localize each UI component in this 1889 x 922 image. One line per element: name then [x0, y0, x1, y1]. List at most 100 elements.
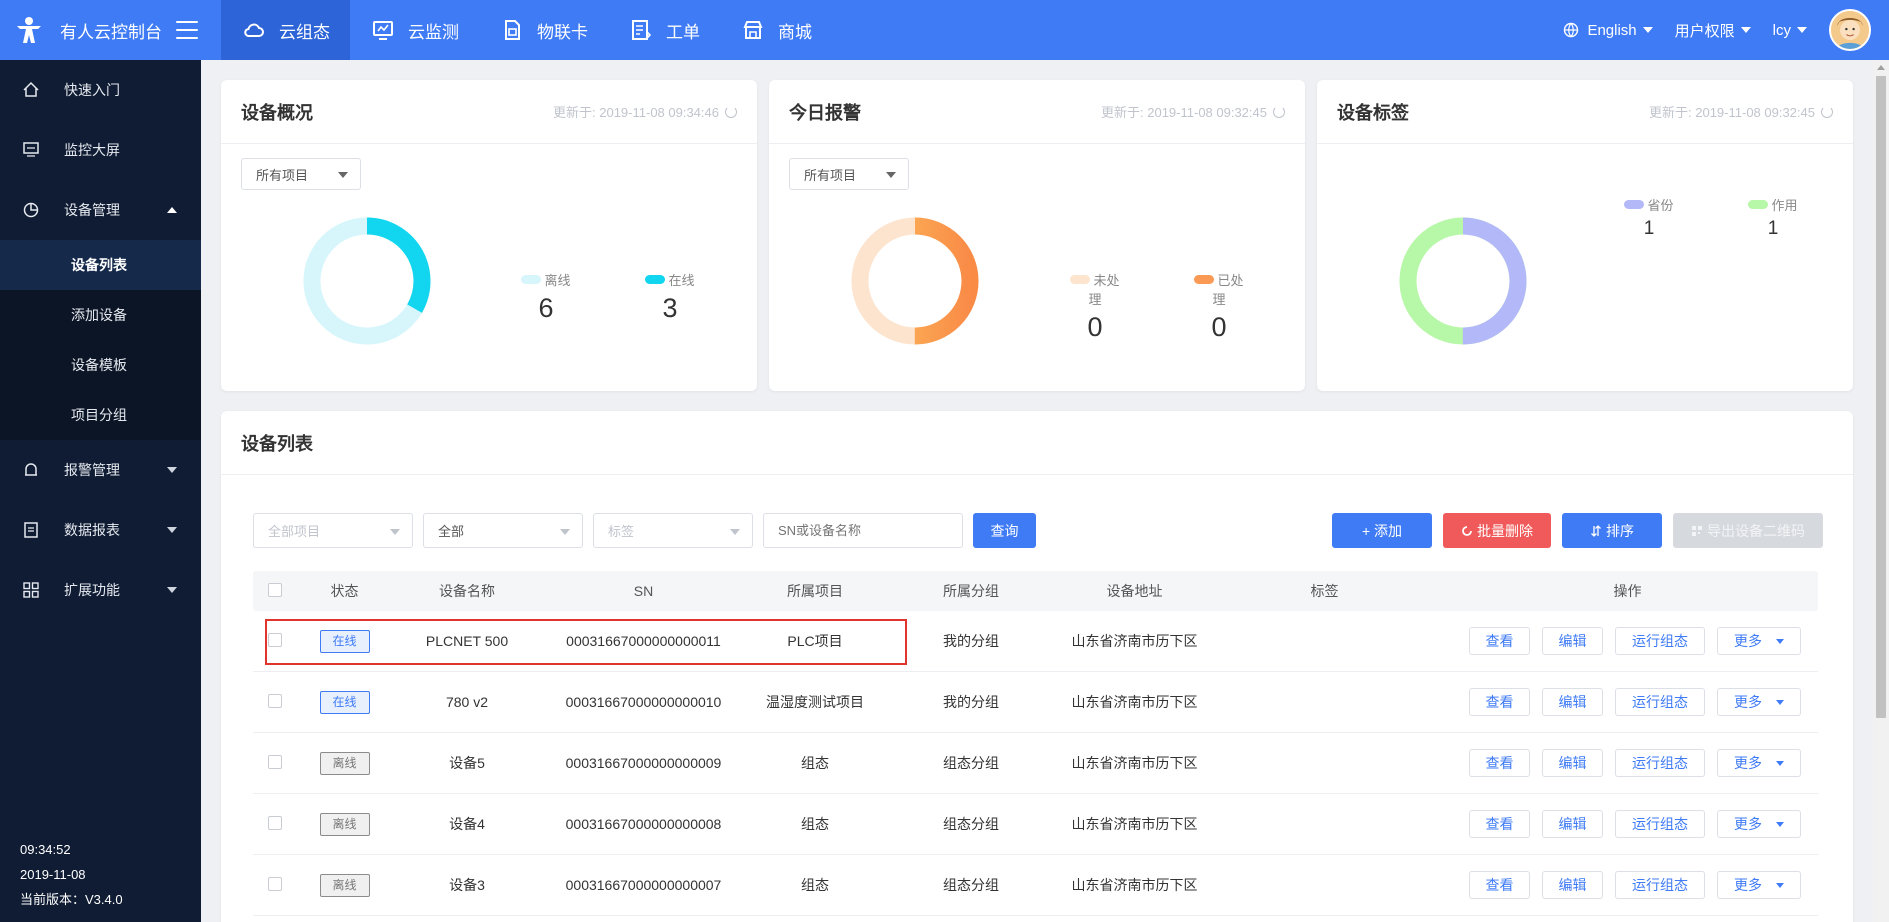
row-checkbox[interactable]	[268, 876, 282, 891]
monitor-icon	[373, 21, 393, 40]
legend-value: 1	[1643, 218, 1655, 239]
project-filter-select[interactable]: 全部项目	[253, 513, 413, 548]
group-cell: 组态分组	[943, 877, 999, 893]
sidebar-subitem-add-device[interactable]: 添加设备	[0, 290, 201, 340]
row-checkbox[interactable]	[268, 632, 282, 647]
legend-value: 6	[538, 293, 554, 323]
refresh-icon[interactable]	[1273, 105, 1285, 118]
row-select-cell	[253, 754, 297, 772]
legend-processed: 已处理 0	[1189, 270, 1249, 343]
avatar-icon	[1831, 11, 1869, 49]
view-button[interactable]: 查看	[1469, 871, 1530, 899]
nav-work-order[interactable]: 工单	[608, 0, 720, 60]
project-cell: 温湿度测试项目	[766, 694, 864, 710]
row-checkbox[interactable]	[268, 754, 282, 769]
search-input[interactable]	[763, 513, 963, 548]
status-cell: 在线	[297, 690, 392, 714]
page-scrollbar[interactable]	[1873, 60, 1889, 922]
group-cell: 组态分组	[943, 816, 999, 832]
run-config-button[interactable]: 运行组态	[1615, 627, 1705, 655]
card-updated: 更新于: 2019-11-08 09:34:46	[553, 102, 737, 121]
chevron-down-icon	[390, 529, 400, 535]
project-filter-select[interactable]: 所有项目	[241, 158, 361, 190]
more-button[interactable]: 更多	[1717, 688, 1801, 716]
sort-button[interactable]: 排序	[1562, 513, 1662, 548]
sidebar-item-label: 扩展功能	[64, 582, 120, 598]
view-button[interactable]: 查看	[1469, 810, 1530, 838]
nav-sim-card[interactable]: 物联卡	[479, 0, 608, 60]
sidebar-subitem-device-template[interactable]: 设备模板	[0, 340, 201, 390]
tag-filter-select[interactable]: 标签	[593, 513, 753, 548]
add-device-button[interactable]: + 添加	[1332, 513, 1432, 548]
sidebar-subitem-device-list[interactable]: 设备列表	[0, 240, 201, 290]
legend-label: 省份	[1647, 198, 1674, 213]
language-label: English	[1587, 21, 1637, 39]
project-cell: 组态	[801, 877, 829, 893]
run-config-button[interactable]: 运行组态	[1615, 810, 1705, 838]
export-qr-button[interactable]: 导出设备二维码	[1673, 513, 1823, 548]
app-version: 当前版本：V3.4.0	[20, 892, 123, 907]
sidebar-item-device-management[interactable]: 设备管理	[0, 180, 201, 240]
status-badge: 离线	[319, 751, 370, 775]
run-config-button[interactable]: 运行组态	[1615, 688, 1705, 716]
more-label: 更多	[1734, 816, 1762, 832]
avatar[interactable]	[1829, 9, 1871, 51]
view-button[interactable]: 查看	[1469, 688, 1530, 716]
permissions-menu[interactable]: 用户权限	[1675, 20, 1751, 41]
nav-shop[interactable]: 商城	[720, 0, 832, 60]
home-icon	[23, 81, 39, 97]
more-button[interactable]: 更多	[1717, 749, 1801, 777]
refresh-icon[interactable]	[725, 105, 737, 118]
legend-unprocessed: 未处理 0	[1065, 270, 1125, 343]
view-button[interactable]: 查看	[1469, 749, 1530, 777]
legend-value: 0	[1211, 312, 1227, 342]
row-checkbox[interactable]	[268, 815, 282, 830]
address-cell: 山东省济南市历下区	[1071, 877, 1198, 893]
device-table: 状态 设备名称 SN 所属项目 所属分组 设备地址 标签 操作 在线 PLCNET…	[253, 571, 1818, 916]
more-button[interactable]: 更多	[1717, 871, 1801, 899]
view-button[interactable]: 查看	[1469, 627, 1530, 655]
sidebar-subitem-project-group[interactable]: 项目分组	[0, 390, 201, 440]
run-config-button[interactable]: 运行组态	[1615, 749, 1705, 777]
edit-button[interactable]: 编辑	[1542, 749, 1603, 777]
sidebar-item-data-report[interactable]: 数据报表	[0, 500, 201, 560]
nav-cloud-config[interactable]: 云组态	[221, 0, 350, 60]
run-config-button[interactable]: 运行组态	[1615, 871, 1705, 899]
edit-button[interactable]: 编辑	[1542, 688, 1603, 716]
user-menu[interactable]: lcy	[1773, 22, 1807, 39]
scroll-up-icon[interactable]	[1877, 65, 1885, 70]
address-cell: 山东省济南市历下区	[1071, 755, 1198, 771]
legend-label: 离线	[544, 273, 571, 288]
status-cell: 离线	[297, 812, 392, 836]
nav-label: 云监测	[408, 22, 459, 42]
select-all-checkbox[interactable]	[268, 582, 282, 597]
edit-button[interactable]: 编辑	[1542, 627, 1603, 655]
top-bar: 有人云控制台 云组态 云监测 物联卡 工单 商城 English 用户权限 lc…	[0, 0, 1889, 60]
alarms-donut-chart	[851, 217, 979, 345]
language-switch[interactable]: English	[1563, 21, 1653, 39]
more-button[interactable]: 更多	[1717, 627, 1801, 655]
nav-cloud-monitor[interactable]: 云监测	[350, 0, 479, 60]
batch-delete-button[interactable]: 批量删除	[1443, 513, 1551, 548]
row-checkbox[interactable]	[268, 693, 282, 708]
table-row: 离线 设备3 00031667000000000007 组态 组态分组 山东省济南市历下区…	[253, 855, 1818, 916]
refresh-icon[interactable]	[1821, 105, 1833, 118]
project-filter-select[interactable]: 所有项目	[789, 158, 909, 190]
edit-button[interactable]: 编辑	[1542, 810, 1603, 838]
menu-toggle-icon[interactable]	[176, 21, 198, 39]
edit-button[interactable]: 编辑	[1542, 871, 1603, 899]
sidebar-item-extensions[interactable]: 扩展功能	[0, 560, 201, 620]
sidebar-item-quickstart[interactable]: 快速入门	[0, 60, 201, 120]
more-button[interactable]: 更多	[1717, 810, 1801, 838]
status-filter-select[interactable]: 全部	[423, 513, 583, 548]
query-button[interactable]: 查询	[973, 513, 1036, 548]
sidebar-item-dashboard[interactable]: 监控大屏	[0, 120, 201, 180]
card-header: 设备概况 更新于: 2019-11-08 09:34:46	[221, 80, 757, 144]
project-cell: 组态	[801, 755, 829, 771]
button-label: 导出设备二维码	[1707, 522, 1805, 539]
sidebar-item-alarm-management[interactable]: 报警管理	[0, 440, 201, 500]
legend-online: 在线 3	[645, 270, 695, 324]
scrollbar-thumb[interactable]	[1876, 76, 1886, 718]
nav-label: 物联卡	[537, 22, 588, 42]
legend-swatch	[521, 275, 542, 284]
